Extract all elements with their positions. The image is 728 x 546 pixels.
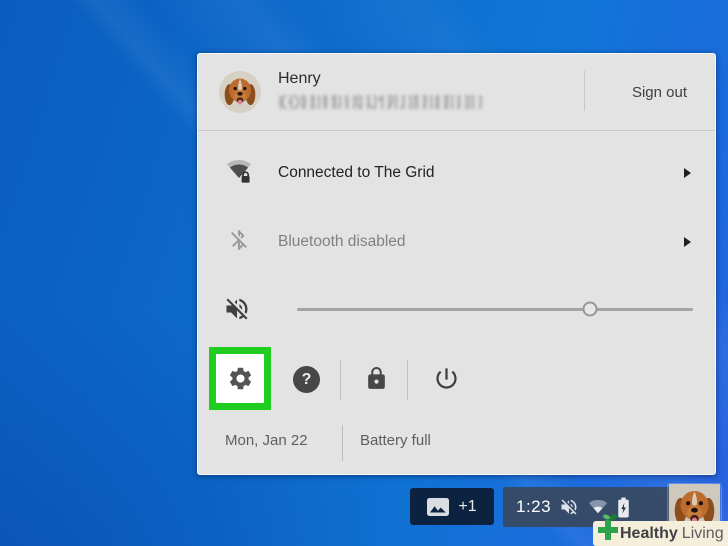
- bluetooth-chevron-right-icon[interactable]: [684, 237, 691, 247]
- volume-slider-track[interactable]: [297, 308, 693, 311]
- user-header: Henry Sign out: [198, 54, 715, 131]
- user-avatar[interactable]: [219, 71, 261, 113]
- gear-icon: [229, 367, 251, 390]
- desktop-background: Henry Sign out Connected to The Grid Blu…: [0, 0, 728, 546]
- button-divider: [340, 360, 341, 400]
- header-divider: [584, 71, 585, 111]
- watermark: Healthy Living: [593, 514, 728, 546]
- button-divider: [407, 360, 408, 400]
- power-button[interactable]: [433, 365, 460, 392]
- healthy-living-logo-icon: [598, 514, 618, 540]
- battery-status-label: Battery full: [360, 432, 431, 449]
- clock: 1:23: [516, 497, 552, 516]
- user-name: Henry: [278, 70, 321, 87]
- network-chevron-right-icon[interactable]: [684, 168, 691, 178]
- watermark-text-light: Living: [681, 524, 724, 542]
- network-status-row[interactable]: Connected to The Grid: [278, 164, 435, 182]
- footer-divider: [342, 425, 343, 461]
- bluetooth-status-row[interactable]: Bluetooth disabled: [278, 233, 406, 251]
- lock-screen-button[interactable]: [364, 366, 389, 391]
- date-label: Mon, Jan 22: [225, 432, 308, 449]
- settings-button[interactable]: [209, 347, 271, 410]
- wifi-secured-icon: [227, 160, 251, 183]
- system-tray-menu: Henry Sign out Connected to The Grid Blu…: [197, 53, 716, 475]
- tray-volume-muted-icon: [561, 499, 577, 515]
- photo-icon: [427, 497, 450, 516]
- dog-avatar-image: [219, 71, 261, 113]
- volume-slider[interactable]: [297, 299, 693, 319]
- volume-muted-icon[interactable]: [223, 295, 251, 323]
- help-button[interactable]: ?: [293, 366, 320, 393]
- question-mark-icon: ?: [301, 370, 312, 388]
- notification-count: +1: [458, 497, 477, 515]
- volume-slider-thumb[interactable]: [582, 301, 598, 317]
- watermark-text-bold: Healthy: [620, 524, 678, 542]
- notification-badge[interactable]: +1: [410, 488, 494, 525]
- sign-out-button[interactable]: Sign out: [632, 84, 687, 101]
- blurred-email: [278, 95, 483, 109]
- bluetooth-disabled-icon: [231, 230, 247, 250]
